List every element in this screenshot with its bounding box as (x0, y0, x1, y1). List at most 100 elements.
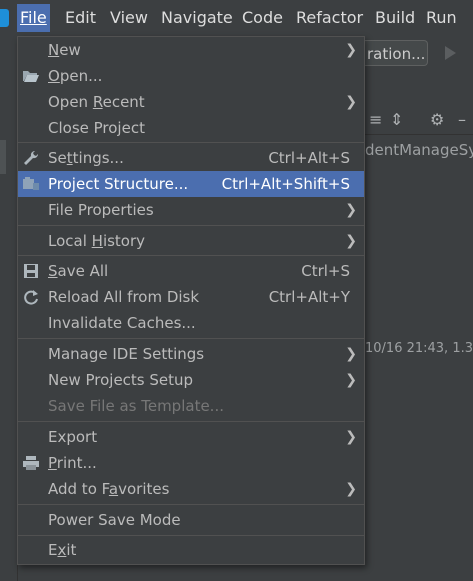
menu-item-reload-all-label: Reload All from Disk (48, 288, 200, 306)
menu-item-file-properties-label: File Properties (48, 201, 154, 219)
mnemonic: x (57, 541, 67, 559)
menu-view[interactable]: View (107, 4, 151, 32)
menu-item-exit-label: Exit (48, 541, 77, 559)
menu-item-close-project[interactable]: Close Project (18, 115, 364, 141)
submenu-arrow-icon: ❯ (345, 42, 357, 58)
shortcut-label: Ctrl+Alt+Shift+S (221, 175, 350, 193)
shortcut-label: Ctrl+S (301, 262, 350, 280)
menu-refactor[interactable]: Refactor (293, 4, 366, 32)
menu-item-new[interactable]: New ❯ (18, 37, 364, 63)
menu-separator (18, 255, 364, 256)
menu-item-export[interactable]: Export ❯ (18, 424, 364, 450)
shortcut-label: Ctrl+Alt+S (268, 149, 350, 167)
print-icon (23, 456, 39, 470)
menu-separator (18, 535, 364, 536)
menu-build-label: Build (375, 8, 416, 27)
menu-item-open[interactable]: Open... (18, 63, 364, 89)
menu-item-invalidate-caches[interactable]: Invalidate Caches... (18, 310, 364, 336)
menu-refactor-label: Refactor (296, 8, 364, 27)
menu-navigate-label: Navigate (161, 8, 233, 27)
reload-icon (24, 290, 38, 305)
menu-item-open-label: Open... (48, 67, 103, 85)
menu-navigate[interactable]: Navigate (158, 4, 236, 32)
menu-code-label: Code (242, 8, 283, 27)
mnemonic: R (92, 93, 103, 111)
menu-run-label: Run (426, 8, 457, 27)
project-tool-strip (0, 36, 18, 581)
mnemonic: P (48, 454, 57, 472)
submenu-arrow-icon: ❯ (345, 346, 357, 362)
menu-item-add-to-favorites[interactable]: Add to Favorites ❯ (18, 476, 364, 502)
project-tool-tab[interactable] (0, 140, 6, 174)
project-root-node[interactable]: dentManageSy (365, 138, 473, 162)
menu-code[interactable]: Code (239, 4, 286, 32)
save-icon (24, 264, 38, 278)
expand-all-icon[interactable]: ≡ (369, 110, 382, 129)
menu-item-export-label: Export (48, 428, 98, 446)
menu-item-exit[interactable]: Exit (18, 537, 364, 563)
folder-open-icon (23, 71, 39, 82)
menu-item-manage-ide-settings-label: Manage IDE Settings (48, 345, 205, 363)
run-configuration-selector[interactable]: ration... (365, 40, 428, 66)
menu-run[interactable]: Run (423, 4, 460, 32)
menu-edit-label: Edit (65, 8, 96, 27)
gear-icon[interactable]: ⚙ (430, 110, 444, 129)
menu-item-add-to-favorites-label: Add to Favorites (48, 480, 170, 498)
submenu-arrow-icon: ❯ (345, 202, 357, 218)
submenu-arrow-icon: ❯ (345, 233, 357, 249)
menu-separator (18, 338, 364, 339)
menu-separator (18, 142, 364, 143)
menu-item-close-project-label: Close Project (48, 119, 145, 137)
menu-file[interactable]: File (17, 4, 50, 32)
menu-item-save-all-label: Save All (48, 262, 109, 280)
menu-separator (18, 421, 364, 422)
menu-item-project-structure[interactable]: Project Structure... Ctrl+Alt+Shift+S (18, 171, 364, 197)
mnemonic: a (108, 480, 119, 498)
menu-separator (18, 225, 364, 226)
menu-build[interactable]: Build (372, 4, 418, 32)
mnemonic: S (48, 262, 58, 280)
wrench-icon (24, 150, 39, 165)
menu-bar: File Edit View Navigate Code Refactor Bu… (0, 0, 473, 37)
run-button-icon[interactable] (445, 46, 456, 60)
menu-item-print-label: Print... (48, 454, 97, 472)
mnemonic: N (48, 41, 60, 59)
menu-item-local-history[interactable]: Local History ❯ (18, 228, 364, 254)
menu-item-new-label: New (48, 41, 81, 59)
menu-item-new-projects-setup[interactable]: New Projects Setup ❯ (18, 367, 364, 393)
menu-item-settings-label: Settings... (48, 149, 124, 167)
menu-item-file-properties[interactable]: File Properties ❯ (18, 197, 364, 223)
menu-item-save-file-as-template-label: Save File as Template... (48, 397, 224, 415)
menu-item-open-recent-label: Open Recent (48, 93, 145, 111)
file-timestamp: 10/16 21:43, 1.37 (365, 341, 473, 356)
shortcut-label: Ctrl+Alt+Y (268, 288, 350, 306)
menu-item-save-all[interactable]: Save All Ctrl+S (18, 258, 364, 284)
menu-item-power-save-mode[interactable]: Power Save Mode (18, 507, 364, 533)
menu-file-label: File (20, 8, 47, 27)
submenu-arrow-icon: ❯ (345, 372, 357, 388)
mnemonic: O (48, 67, 60, 85)
menu-view-label: View (110, 8, 148, 27)
menu-item-settings[interactable]: Settings... Ctrl+Alt+S (18, 145, 364, 171)
menu-separator (18, 504, 364, 505)
mnemonic: t (66, 149, 73, 167)
hide-icon[interactable]: – (458, 110, 466, 129)
menu-item-open-recent[interactable]: Open Recent ❯ (18, 89, 364, 115)
menu-item-save-file-as-template: Save File as Template... (18, 393, 364, 419)
app-logo-icon (0, 9, 9, 27)
menu-item-new-projects-setup-label: New Projects Setup (48, 371, 194, 389)
file-menu-dropdown: New ❯ Open... Open Recent ❯ Close Projec… (17, 36, 365, 565)
menu-item-project-structure-label: Project Structure... (48, 175, 189, 193)
menu-edit[interactable]: Edit (62, 4, 99, 32)
submenu-arrow-icon: ❯ (345, 481, 357, 497)
project-structure-icon (23, 177, 39, 190)
collapse-all-icon[interactable]: ⇕ (390, 110, 403, 129)
mnemonic: H (91, 232, 103, 250)
menu-item-power-save-mode-label: Power Save Mode (48, 511, 181, 529)
menu-item-invalidate-caches-label: Invalidate Caches... (48, 314, 196, 332)
menu-item-local-history-label: Local History (48, 232, 146, 250)
menu-item-reload-all[interactable]: Reload All from Disk Ctrl+Alt+Y (18, 284, 364, 310)
submenu-arrow-icon: ❯ (345, 429, 357, 445)
menu-item-print[interactable]: Print... (18, 450, 364, 476)
menu-item-manage-ide-settings[interactable]: Manage IDE Settings ❯ (18, 341, 364, 367)
